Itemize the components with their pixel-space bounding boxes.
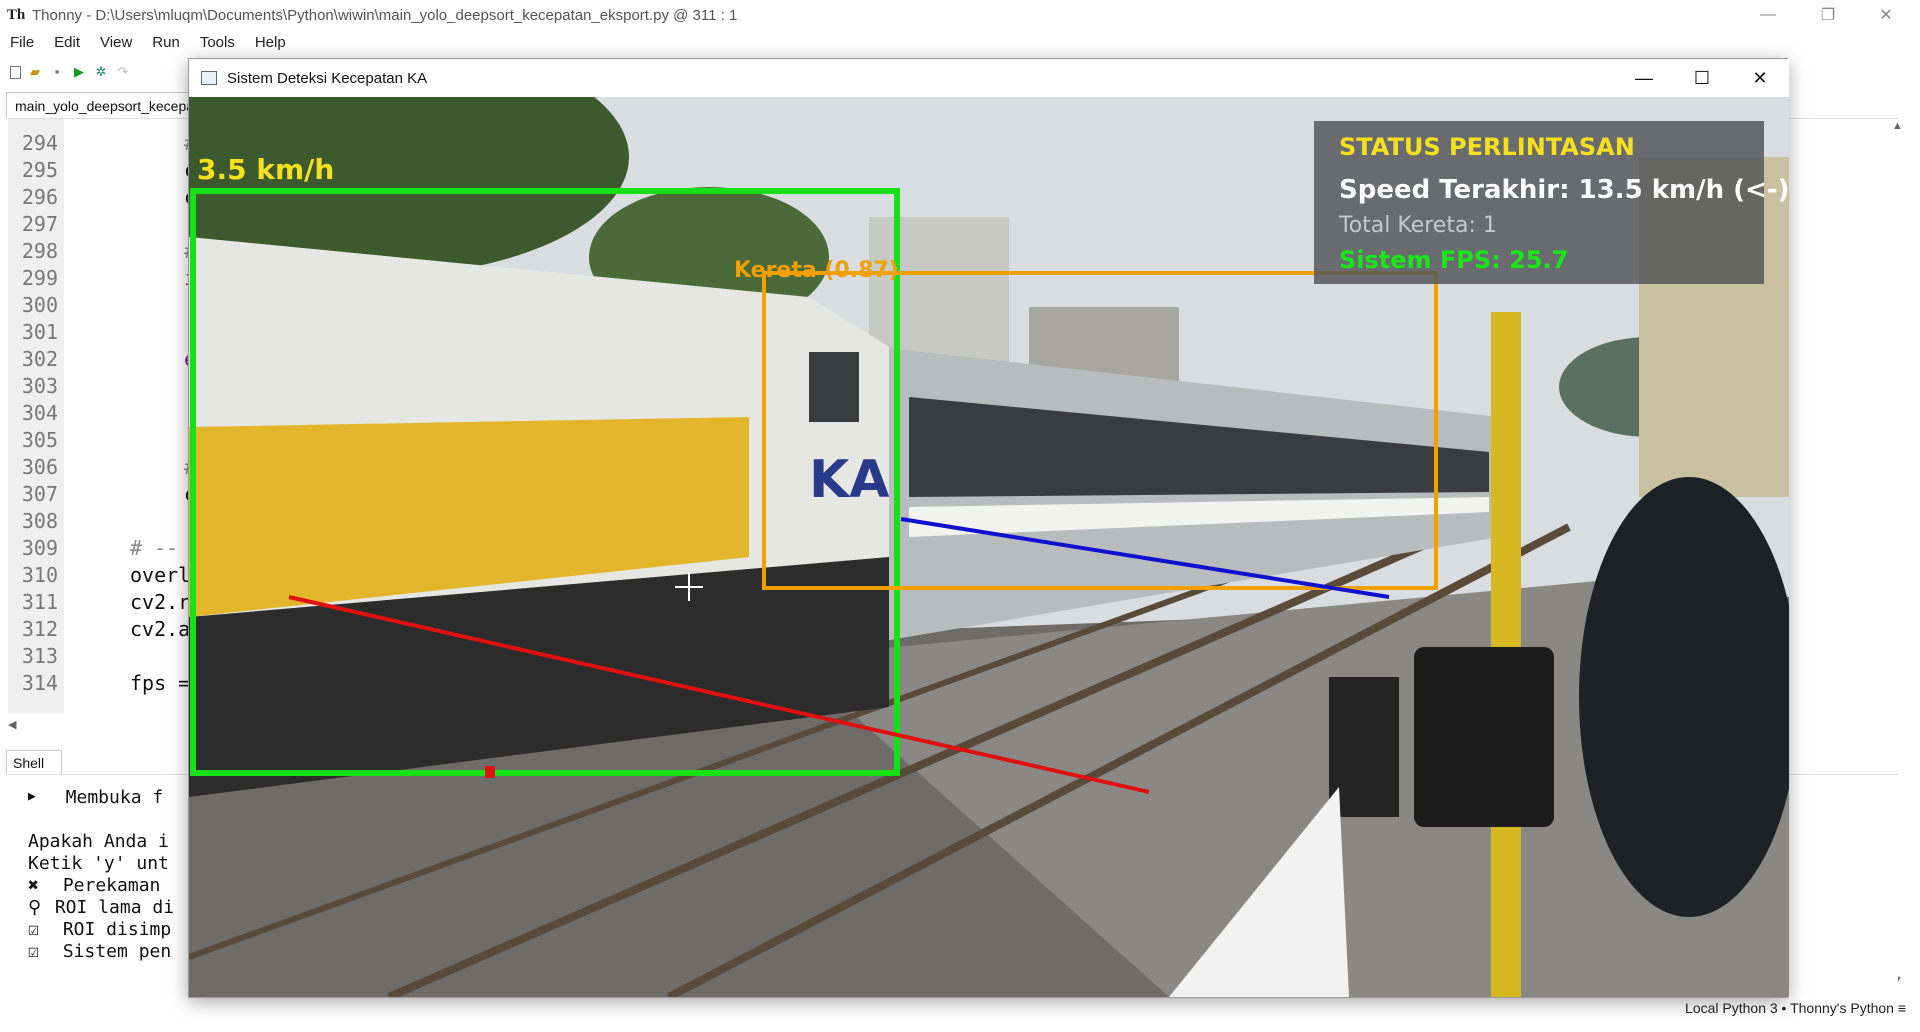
minimize-icon[interactable]: — bbox=[1615, 59, 1673, 97]
line-number: 295 bbox=[21, 158, 58, 182]
shell-line: Ketik 'y' unt bbox=[28, 853, 169, 874]
code-line: # -- bbox=[130, 536, 179, 560]
cross-mark-icon: ✖ bbox=[28, 875, 39, 896]
run-icon[interactable]: ▶ bbox=[71, 64, 87, 80]
menu-bar: File Edit View Run Tools Help bbox=[0, 30, 1920, 54]
checkbox-icon: ☑ bbox=[28, 919, 39, 940]
building bbox=[869, 217, 1009, 367]
menu-file[interactable]: File bbox=[10, 34, 34, 51]
menu-view[interactable]: View bbox=[100, 34, 132, 51]
line-number: 294 bbox=[21, 131, 58, 155]
close-icon[interactable]: ✕ bbox=[1731, 59, 1789, 97]
code-line: fps = bbox=[130, 671, 191, 695]
line-number-gutter: 294 295 296 297 298 299 300 301 302 303 … bbox=[8, 119, 64, 714]
restore-icon[interactable]: ❐ bbox=[1800, 0, 1856, 30]
video-frame: KA 3.5 km/h Kereta (0.87) STATUS PERLINT bbox=[189, 97, 1789, 997]
last-speed: Speed Terakhir: 13.5 km/h (<-) bbox=[1339, 175, 1789, 205]
line-number: 300 bbox=[21, 293, 58, 317]
detection-window[interactable]: Sistem Deteksi Kecepatan KA — ☐ ✕ KA 3.5… bbox=[188, 58, 1789, 998]
crowd bbox=[1579, 477, 1789, 917]
shell-line: ROI disimp bbox=[52, 919, 172, 940]
code-line: cv2.r bbox=[130, 590, 191, 614]
line-number: 302 bbox=[21, 347, 58, 371]
detection-window-title: Sistem Deteksi Kecepatan KA bbox=[227, 69, 428, 87]
shell-tab-label: Shell bbox=[13, 755, 45, 771]
debug-icon[interactable]: ✲ bbox=[93, 64, 109, 80]
open-file-icon[interactable]: ▰ bbox=[27, 64, 43, 80]
line-number: 304 bbox=[21, 401, 58, 425]
line-number: 311 bbox=[21, 590, 58, 614]
expand-arrow-icon[interactable]: ▶ bbox=[28, 789, 36, 804]
shell-tab[interactable]: Shell ✕ bbox=[6, 750, 62, 787]
toolbar: ▰ ▪ ▶ ✲ ↷ bbox=[0, 58, 131, 86]
line-number: 313 bbox=[21, 644, 58, 668]
shell-line: Apakah Anda i bbox=[28, 831, 169, 852]
shell-line: ROI lama di bbox=[44, 897, 175, 918]
line-number: 308 bbox=[21, 509, 58, 533]
video-frame-canvas: KA 3.5 km/h Kereta (0.87) STATUS PERLINT bbox=[189, 97, 1789, 997]
horizontal-scrollbar[interactable]: ◀ bbox=[8, 718, 188, 732]
code-line: overl bbox=[130, 563, 191, 587]
pin-icon: ⚲ bbox=[28, 897, 42, 918]
status-bar: Local Python 3 • Thonny's Python ≡ bbox=[0, 996, 1920, 1020]
interpreter-status[interactable]: Local Python 3 • Thonny's Python ≡ bbox=[1685, 1000, 1906, 1016]
signal-lamp bbox=[1329, 677, 1399, 817]
system-fps: Sistem FPS: 25.7 bbox=[1339, 246, 1568, 274]
line-number: 296 bbox=[21, 185, 58, 209]
detection-label: Kereta (0.87) bbox=[734, 258, 899, 283]
menu-help[interactable]: Help bbox=[255, 34, 286, 51]
save-icon[interactable]: ▪ bbox=[49, 64, 65, 80]
line-number: 312 bbox=[21, 617, 58, 641]
signal-box bbox=[1414, 647, 1554, 827]
shell-line: Sistem pen bbox=[52, 941, 172, 962]
speed-label: 3.5 km/h bbox=[197, 153, 334, 186]
line-number: 303 bbox=[21, 374, 58, 398]
line-number: 314 bbox=[21, 671, 58, 695]
line-number: 299 bbox=[21, 266, 58, 290]
close-icon[interactable]: ✕ bbox=[1858, 0, 1914, 30]
line-number: 310 bbox=[21, 563, 58, 587]
title-bar: Th Thonny - D:\Users\mluqm\Documents\Pyt… bbox=[0, 0, 1920, 30]
total-trains: Total Kereta: 1 bbox=[1338, 213, 1497, 238]
status-title: STATUS PERLINTASAN bbox=[1339, 133, 1635, 161]
line-number: 298 bbox=[21, 239, 58, 263]
line-number: 306 bbox=[21, 455, 58, 479]
minimize-icon[interactable]: — bbox=[1740, 0, 1796, 30]
line-number: 301 bbox=[21, 320, 58, 344]
line-number: 297 bbox=[21, 212, 58, 236]
menu-tools[interactable]: Tools bbox=[200, 34, 235, 51]
scroll-up-icon[interactable]: ▲ bbox=[1892, 120, 1903, 132]
line-number: 305 bbox=[21, 428, 58, 452]
window-app-icon bbox=[201, 71, 217, 85]
step-over-icon[interactable]: ↷ bbox=[115, 64, 131, 80]
thonny-logo-icon: Th bbox=[6, 6, 26, 23]
ka-logo: KA bbox=[809, 450, 890, 510]
cab-window bbox=[809, 352, 859, 422]
new-file-icon[interactable] bbox=[10, 65, 21, 79]
checkbox-icon: ☑ bbox=[28, 941, 39, 962]
code-line: cv2.a bbox=[130, 617, 191, 641]
line-number: 309 bbox=[21, 536, 58, 560]
window-title: Thonny - D:\Users\mluqm\Documents\Python… bbox=[32, 6, 738, 24]
tracking-anchor-point bbox=[485, 766, 495, 778]
menu-run[interactable]: Run bbox=[152, 34, 180, 51]
detection-window-titlebar[interactable]: Sistem Deteksi Kecepatan KA — ☐ ✕ bbox=[189, 59, 1789, 97]
shell-line: Membuka f bbox=[44, 787, 164, 808]
menu-edit[interactable]: Edit bbox=[54, 34, 80, 51]
line-number: 307 bbox=[21, 482, 58, 506]
editor-tab[interactable]: main_yolo_deepsort_kecepatan_eksport.py bbox=[6, 92, 196, 118]
maximize-icon[interactable]: ☐ bbox=[1673, 59, 1731, 97]
shell-line: Perekaman bbox=[52, 875, 172, 896]
